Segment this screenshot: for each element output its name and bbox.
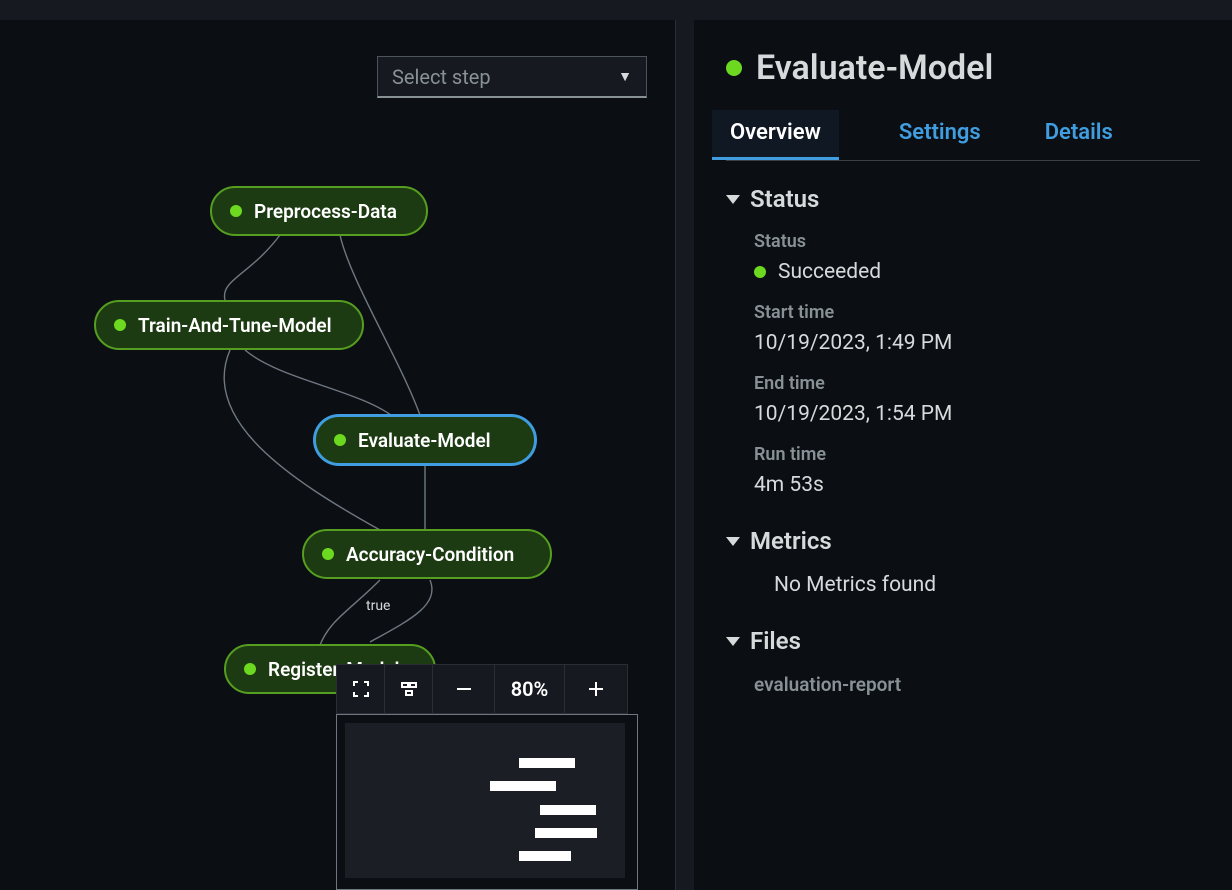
node-preprocess-data[interactable]: Preprocess-Data (210, 186, 428, 236)
node-train-and-tune-model[interactable]: Train-And-Tune-Model (94, 300, 364, 350)
app-topbar (0, 0, 1232, 20)
node-label: Evaluate-Model (358, 429, 491, 452)
chevron-down-icon (726, 637, 740, 646)
section-status-header[interactable]: Status (726, 185, 1200, 213)
node-label: Accuracy-Condition (346, 543, 514, 566)
minimap-viewport (355, 733, 619, 871)
status-dot-icon (726, 60, 742, 76)
section-metrics-header[interactable]: Metrics (726, 527, 1200, 555)
run-time-value: 4m 53s (754, 473, 1200, 497)
fullscreen-icon (351, 679, 371, 699)
status-dot-icon (754, 266, 766, 278)
file-item[interactable]: evaluation-report (754, 673, 1200, 696)
tab-overview[interactable]: Overview (712, 110, 839, 160)
node-label: Train-And-Tune-Model (138, 314, 332, 337)
chevron-down-icon (726, 195, 740, 204)
section-files-header[interactable]: Files (726, 627, 1200, 655)
status-dot-icon (244, 663, 256, 675)
run-time-label: Run time (754, 444, 1200, 465)
layout-icon (399, 679, 419, 699)
zoom-value: 80% (495, 664, 565, 714)
panel-tabs: Overview Settings Details (726, 110, 1200, 161)
details-panel: Evaluate-Model Overview Settings Details… (694, 20, 1232, 890)
fit-screen-button[interactable] (337, 664, 385, 714)
zoom-out-button[interactable] (433, 664, 495, 714)
zoom-controls: 80% (336, 664, 628, 714)
pipeline-graph-pane: Select step ▼ (0, 20, 676, 890)
status-dot-icon (230, 205, 242, 217)
tab-details[interactable]: Details (1041, 110, 1117, 160)
metrics-empty-message: No Metrics found (774, 573, 1200, 597)
section-metrics: Metrics No Metrics found (726, 527, 1200, 597)
panel-title: Evaluate-Model (756, 48, 993, 88)
status-dot-icon (322, 548, 334, 560)
end-time-value: 10/19/2023, 1:54 PM (754, 402, 1200, 426)
edge-label-true: true (366, 598, 390, 614)
pipeline-graph-canvas[interactable]: true Preprocess-Data Train-And-Tune-Mode… (0, 20, 675, 890)
node-accuracy-condition[interactable]: Accuracy-Condition (302, 529, 552, 579)
node-evaluate-model[interactable]: Evaluate-Model (314, 415, 536, 465)
status-label: Status (754, 231, 1200, 252)
status-dot-icon (114, 319, 126, 331)
start-time-label: Start time (754, 302, 1200, 323)
plus-icon (585, 678, 607, 700)
start-time-value: 10/19/2023, 1:49 PM (754, 331, 1200, 355)
zoom-in-button[interactable] (565, 664, 627, 714)
status-dot-icon (334, 434, 346, 446)
minimap[interactable] (336, 714, 638, 890)
layout-button[interactable] (385, 664, 433, 714)
end-time-label: End time (754, 373, 1200, 394)
section-title: Status (750, 185, 819, 213)
section-title: Files (750, 627, 801, 655)
node-label: Preprocess-Data (254, 200, 397, 223)
tab-settings[interactable]: Settings (895, 110, 985, 160)
section-title: Metrics (750, 527, 832, 555)
status-value: Succeeded (754, 260, 1200, 284)
section-status: Status Status Succeeded Start time 10/19… (726, 185, 1200, 497)
minus-icon (453, 678, 475, 700)
chevron-down-icon (726, 537, 740, 546)
section-files: Files evaluation-report (726, 627, 1200, 696)
